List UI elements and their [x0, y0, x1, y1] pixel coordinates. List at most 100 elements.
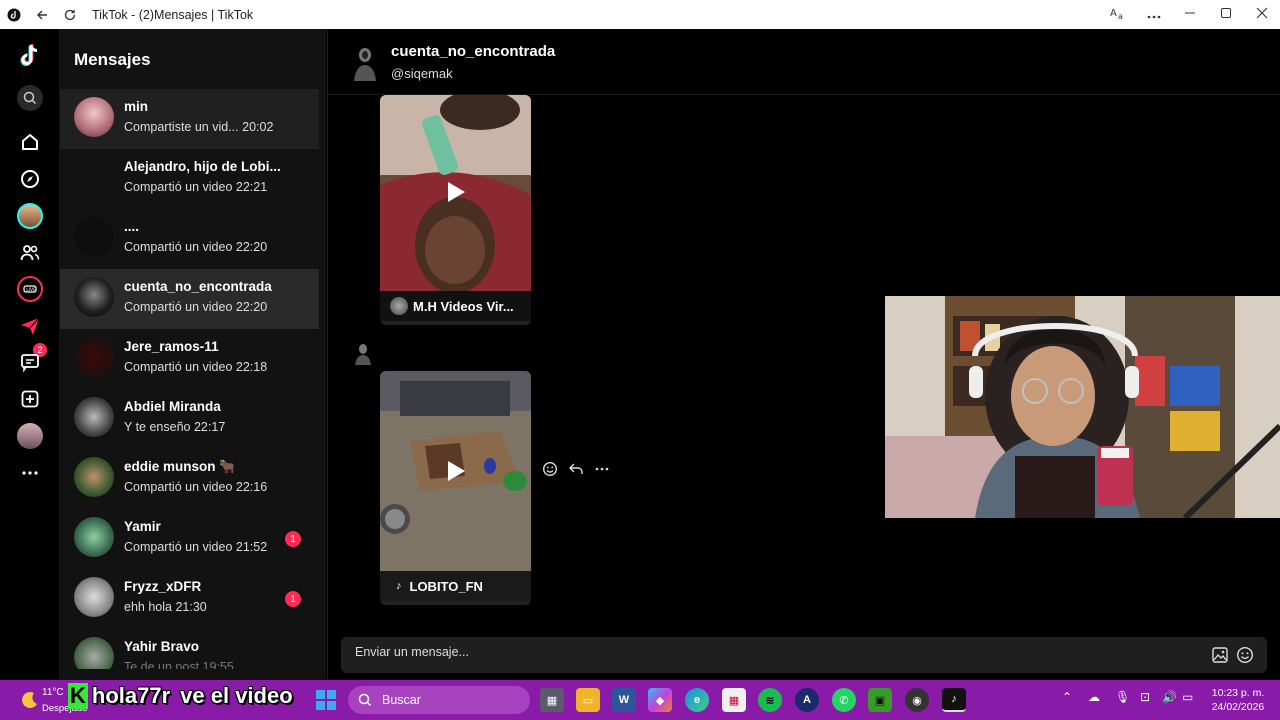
more-options-icon[interactable] — [1136, 7, 1172, 22]
obs-icon[interactable]: ◉ — [905, 688, 929, 712]
conversation-name: min — [124, 99, 149, 114]
overlay-message: ve el video — [180, 683, 293, 708]
weather-widget[interactable]: 11°C Despejado — [20, 684, 87, 716]
conversation-item[interactable]: eddie munson 🐂 Compartió un video 22:16 — [60, 449, 319, 509]
volume-icon[interactable]: 🔊 — [1162, 690, 1177, 704]
kick-logo-icon: K — [68, 683, 88, 709]
conversation-name: eddie munson 🐂 — [124, 459, 237, 474]
conversation-item[interactable]: min Compartiste un vid... 20:02 — [60, 89, 319, 149]
react-emoji-icon[interactable] — [542, 461, 558, 481]
profile-avatar-icon[interactable] — [17, 423, 43, 449]
minecraft-icon[interactable]: ▣ — [868, 688, 892, 712]
messages-icon[interactable] — [17, 349, 43, 375]
video-creator-name: M.H Videos Vir... — [413, 298, 514, 314]
microsoft-store-icon[interactable]: ▦ — [722, 688, 746, 712]
contact-avatar[interactable] — [350, 43, 380, 83]
explore-compass-icon[interactable] — [17, 166, 43, 192]
word-icon[interactable]: W — [612, 688, 636, 712]
live-avatar-icon[interactable] — [17, 203, 43, 229]
microphone-icon[interactable]: 🎙 — [1115, 690, 1130, 704]
title-bar: TikTok - (2)Mensajes | TikTok Aa — [0, 0, 1280, 29]
app-launcher-icon[interactable]: A — [795, 688, 819, 712]
conversation-name: Yahir Bravo — [124, 639, 200, 654]
conversation-item[interactable]: Abdiel Miranda Y te enseño 22:17 — [60, 389, 319, 449]
inbox-send-icon[interactable] — [17, 313, 43, 339]
conversation-preview: Compartió un video 22:20 — [124, 300, 268, 314]
shared-video-card[interactable]: ♪ LOBITO_FN — [380, 371, 531, 605]
stream-chat-overlay: Khola77r ve el video — [68, 683, 293, 709]
minimize-icon[interactable] — [1172, 7, 1208, 22]
conversation-preview: Compartió un video 22:21 — [124, 180, 268, 194]
edge-icon[interactable]: e — [685, 688, 709, 712]
conversation-name: Jere_ramos-11 — [124, 339, 219, 354]
play-icon[interactable] — [448, 182, 465, 202]
conversation-name: cuenta_no_encontrada — [124, 279, 272, 294]
conversation-name: .... — [124, 219, 140, 234]
taskbar-search[interactable]: Buscar — [348, 686, 530, 714]
close-icon[interactable] — [1244, 7, 1280, 22]
conversation-preview: Compartiste un vid... 20:02 — [124, 120, 274, 134]
reload-icon[interactable] — [56, 0, 84, 29]
image-upload-icon[interactable] — [1211, 646, 1229, 664]
spotify-icon[interactable]: ≋ — [758, 688, 782, 712]
more-menu-icon[interactable] — [17, 460, 43, 486]
conversation-item[interactable]: .... Compartió un video 22:20 — [60, 209, 319, 269]
conversation-preview: Compartió un video 22:16 — [124, 480, 268, 494]
conversation-item[interactable]: Jere_ramos-11 Compartió un video 22:18 — [60, 329, 319, 389]
shared-video-card[interactable]: M.H Videos Vir... — [380, 95, 531, 325]
avatar — [74, 457, 114, 497]
video-caption: ♪ LOBITO_FN — [380, 571, 531, 601]
cloud-icon[interactable]: ☁ — [1088, 690, 1100, 704]
translate-icon[interactable]: Aa — [1100, 6, 1136, 23]
tiktok-logo-icon[interactable] — [17, 43, 43, 69]
webcam-overlay — [885, 296, 1280, 518]
contact-name[interactable]: cuenta_no_encontrada — [391, 43, 555, 60]
avatar — [74, 277, 114, 317]
emoji-icon[interactable] — [1236, 646, 1254, 664]
following-users-icon[interactable] — [17, 240, 43, 266]
whatsapp-icon[interactable]: ✆ — [832, 688, 856, 712]
conversation-item[interactable]: Yamir Compartió un video 21:52 1 — [60, 509, 319, 569]
avatar — [74, 637, 114, 669]
conversation-item-selected[interactable]: cuenta_no_encontrada Compartió un video … — [60, 269, 319, 329]
more-actions-icon[interactable] — [594, 461, 610, 481]
avatar — [74, 517, 114, 557]
conversation-preview: ehh hola 21:30 — [124, 600, 207, 614]
avatar — [74, 157, 114, 197]
sound-icon: ♪ — [396, 580, 402, 592]
reply-icon[interactable] — [568, 461, 584, 481]
search-icon[interactable] — [17, 85, 43, 111]
tiktok-taskbar-icon[interactable]: ♪ — [942, 688, 966, 712]
conversation-preview: Te de un post 19:55 — [124, 660, 234, 669]
play-icon[interactable] — [448, 461, 465, 481]
message-actions — [542, 461, 610, 481]
chat-header: cuenta_no_encontrada @siqemak — [328, 29, 1280, 95]
task-view-icon[interactable]: ▦ — [540, 688, 564, 712]
conversation-item[interactable]: Yahir Bravo Te de un post 19:55 — [60, 629, 319, 669]
message-composer — [341, 637, 1267, 673]
message-input[interactable] — [355, 645, 1175, 659]
conversation-name: Fryzz_xDFR — [124, 579, 202, 594]
network-icon[interactable]: ⊡ — [1140, 690, 1150, 704]
conversation-name: Yamir — [124, 519, 161, 534]
battery-icon[interactable]: ▭ — [1182, 690, 1193, 704]
conversation-item[interactable]: Alejandro, hijo de Lobi... Compartió un … — [60, 149, 319, 209]
back-arrow-icon[interactable] — [28, 0, 56, 29]
messages-header: Mensajes — [74, 50, 151, 69]
maximize-icon[interactable] — [1208, 7, 1244, 22]
search-icon — [358, 693, 372, 707]
copilot-icon[interactable]: ◆ — [648, 688, 672, 712]
home-icon[interactable] — [17, 129, 43, 155]
upload-plus-icon[interactable] — [17, 386, 43, 412]
live-icon[interactable]: LIVE — [17, 276, 43, 302]
file-explorer-icon[interactable]: ▭ — [576, 688, 600, 712]
avatar — [74, 397, 114, 437]
clock[interactable]: 10:23 p. m. 24/02/2026 — [1204, 686, 1272, 714]
tray-chevron-icon[interactable]: ⌃ — [1062, 690, 1072, 704]
clock-time: 10:23 p. m. — [1211, 687, 1265, 699]
contact-handle: @siqemak — [391, 66, 453, 81]
conversation-item[interactable]: Fryzz_xDFR ehh hola 21:30 1 — [60, 569, 319, 629]
windows-start-icon[interactable] — [316, 690, 336, 715]
unread-badge: 1 — [285, 531, 301, 547]
nav-rail: LIVE 2 — [0, 29, 60, 680]
